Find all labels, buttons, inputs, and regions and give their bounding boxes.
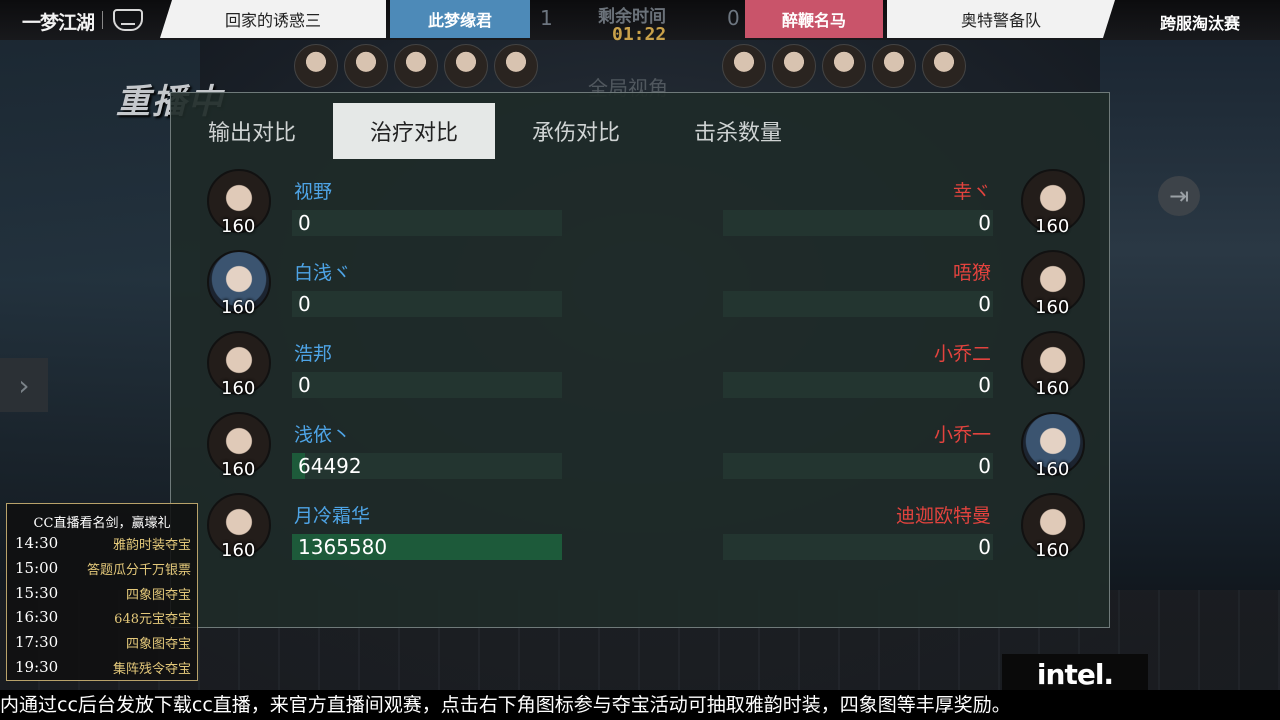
team-right-outer: 奥特警备队 bbox=[887, 0, 1115, 38]
news-ticker: 内通过cc后台发放下载cc直播，来官方直播间观赛，点击右下角图标参与夺宝活动可抽… bbox=[0, 690, 1280, 720]
team-right-inner: 醉鞭名马 bbox=[745, 0, 883, 38]
schedule-time: 15:30 bbox=[15, 583, 59, 602]
schedule-item: 15:30 四象图夺宝 bbox=[7, 584, 197, 609]
right-player-level: 160 bbox=[1035, 459, 1070, 480]
right-player-value: 0 bbox=[978, 454, 991, 478]
player-row: 160 白浅ヾ 0 唔獠 0 160 bbox=[171, 250, 1111, 333]
schedule-event: 四象图夺宝 bbox=[125, 587, 191, 603]
tab-healing[interactable]: 治疗对比 bbox=[333, 103, 495, 159]
right-team-mini-avatars bbox=[722, 44, 966, 88]
exit-icon[interactable]: ⇥ bbox=[1158, 176, 1200, 216]
schedule-time: 16:30 bbox=[15, 608, 59, 627]
mini-avatar[interactable] bbox=[394, 44, 438, 88]
right-player-level: 160 bbox=[1035, 216, 1070, 237]
left-player-level: 160 bbox=[221, 378, 256, 399]
left-player-bar bbox=[292, 291, 562, 317]
right-player-level: 160 bbox=[1035, 297, 1070, 318]
right-player-bar bbox=[723, 210, 993, 236]
mini-avatar[interactable] bbox=[772, 44, 816, 88]
mini-avatar[interactable] bbox=[922, 44, 966, 88]
right-player-value: 0 bbox=[978, 373, 991, 397]
tab-damage-taken[interactable]: 承伤对比 bbox=[495, 103, 657, 159]
right-player-name: 唔獠 bbox=[952, 262, 991, 284]
player-row: 160 浅依丶 64492 小乔一 0 160 bbox=[171, 412, 1111, 495]
right-player-bar bbox=[723, 291, 993, 317]
left-player-value: 64492 bbox=[298, 454, 362, 478]
schedule-event: 648元宝夺宝 bbox=[114, 612, 191, 628]
right-player-bar bbox=[723, 453, 993, 479]
score-left: 1 bbox=[540, 6, 553, 30]
mini-avatar[interactable] bbox=[444, 44, 488, 88]
left-player-name: 月冷霜华 bbox=[294, 505, 371, 527]
schedule-item: 14:30 雅韵时装夺宝 bbox=[7, 534, 197, 559]
stats-comparison-panel: 输出对比 治疗对比 承伤对比 击杀数量 160 视野 0 幸ヾ 0 160 160 白浅ヾ 0 唔… bbox=[170, 92, 1110, 628]
mini-avatar[interactable] bbox=[344, 44, 388, 88]
player-row: 160 视野 0 幸ヾ 0 160 bbox=[171, 169, 1111, 252]
left-player-value: 1365580 bbox=[298, 535, 388, 559]
left-player-value: 0 bbox=[298, 211, 311, 235]
score-right: 0 bbox=[727, 6, 740, 30]
schedule-item: 19:30 集阵残令夺宝 bbox=[7, 658, 197, 683]
mini-avatar[interactable] bbox=[872, 44, 916, 88]
stats-tabs: 输出对比 治疗对比 承伤对比 击杀数量 bbox=[171, 103, 819, 159]
top-scoreboard-bar: 一梦江湖 回家的诱惑三 此梦缘君 1 剩余时间 01:22 0 醉鞭名马 奥特警… bbox=[0, 0, 1280, 45]
left-player-value: 0 bbox=[298, 292, 311, 316]
team-left-outer: 回家的诱惑三 bbox=[160, 0, 386, 38]
left-player-level: 160 bbox=[221, 216, 256, 237]
right-player-level: 160 bbox=[1035, 378, 1070, 399]
left-player-level: 160 bbox=[221, 540, 256, 561]
left-player-name: 白浅ヾ bbox=[294, 262, 352, 284]
left-player-level: 160 bbox=[221, 297, 256, 318]
left-player-name: 浩邦 bbox=[294, 343, 333, 365]
left-player-bar bbox=[292, 372, 562, 398]
schedule-event: 四象图夺宝 bbox=[125, 637, 191, 653]
left-player-name: 浅依丶 bbox=[294, 424, 352, 446]
live-schedule-box: CC直播看名剑，赢壕礼 14:30 雅韵时装夺宝 15:00 答题瓜分千万银票 15:3… bbox=[6, 503, 198, 681]
schedule-time: 17:30 bbox=[15, 633, 59, 652]
schedule-title: CC直播看名剑，赢壕礼 bbox=[33, 516, 171, 531]
left-player-level: 160 bbox=[221, 459, 256, 480]
schedule-item: 16:30 648元宝夺宝 bbox=[7, 608, 197, 633]
schedule-time: 15:00 bbox=[15, 558, 59, 577]
background-scenery-right bbox=[1100, 40, 1280, 640]
mini-avatar[interactable] bbox=[294, 44, 338, 88]
right-player-name: 迪迦欧特曼 bbox=[895, 505, 991, 527]
left-player-value: 0 bbox=[298, 373, 311, 397]
schedule-time: 14:30 bbox=[15, 534, 59, 552]
right-player-name: 小乔二 bbox=[933, 343, 991, 365]
left-player-bar bbox=[292, 210, 562, 236]
sponsor-logo: intel. bbox=[1002, 654, 1148, 694]
player-row: 160 月冷霜华 1365580 迪迦欧特曼 0 160 bbox=[171, 493, 1111, 576]
right-player-level: 160 bbox=[1035, 540, 1070, 561]
chevron-right-icon[interactable]: › bbox=[0, 358, 48, 412]
timer-value: 01:22 bbox=[612, 24, 667, 45]
mini-avatar[interactable] bbox=[822, 44, 866, 88]
right-player-name: 幸ヾ bbox=[952, 181, 991, 203]
game-logo: 一梦江湖 bbox=[22, 12, 95, 34]
right-player-value: 0 bbox=[978, 292, 991, 316]
team-left-inner: 此梦缘君 bbox=[390, 0, 530, 38]
schedule-event: 雅韵时装夺宝 bbox=[112, 538, 191, 553]
schedule-item: 15:00 答题瓜分千万银票 bbox=[7, 559, 197, 584]
mini-avatar[interactable] bbox=[722, 44, 766, 88]
stage-label: 跨服淘汰赛 bbox=[1159, 14, 1240, 33]
tab-kills[interactable]: 击杀数量 bbox=[657, 103, 819, 159]
right-player-name: 小乔一 bbox=[933, 424, 991, 446]
right-player-value: 0 bbox=[978, 211, 991, 235]
right-player-value: 0 bbox=[978, 535, 991, 559]
tournament-crest-icon bbox=[113, 9, 143, 31]
schedule-item: 17:30 四象图夺宝 bbox=[7, 633, 197, 658]
mini-avatar[interactable] bbox=[494, 44, 538, 88]
player-row: 160 浩邦 0 小乔二 0 160 bbox=[171, 331, 1111, 414]
left-player-name: 视野 bbox=[294, 181, 333, 203]
schedule-event: 集阵残令夺宝 bbox=[112, 661, 191, 677]
logo-divider bbox=[102, 11, 103, 29]
left-team-mini-avatars bbox=[294, 44, 538, 88]
schedule-time: 19:30 bbox=[15, 657, 59, 676]
right-player-bar bbox=[723, 534, 993, 560]
schedule-event: 答题瓜分千万银票 bbox=[86, 562, 191, 578]
tab-damage[interactable]: 输出对比 bbox=[171, 103, 333, 159]
right-player-bar bbox=[723, 372, 993, 398]
